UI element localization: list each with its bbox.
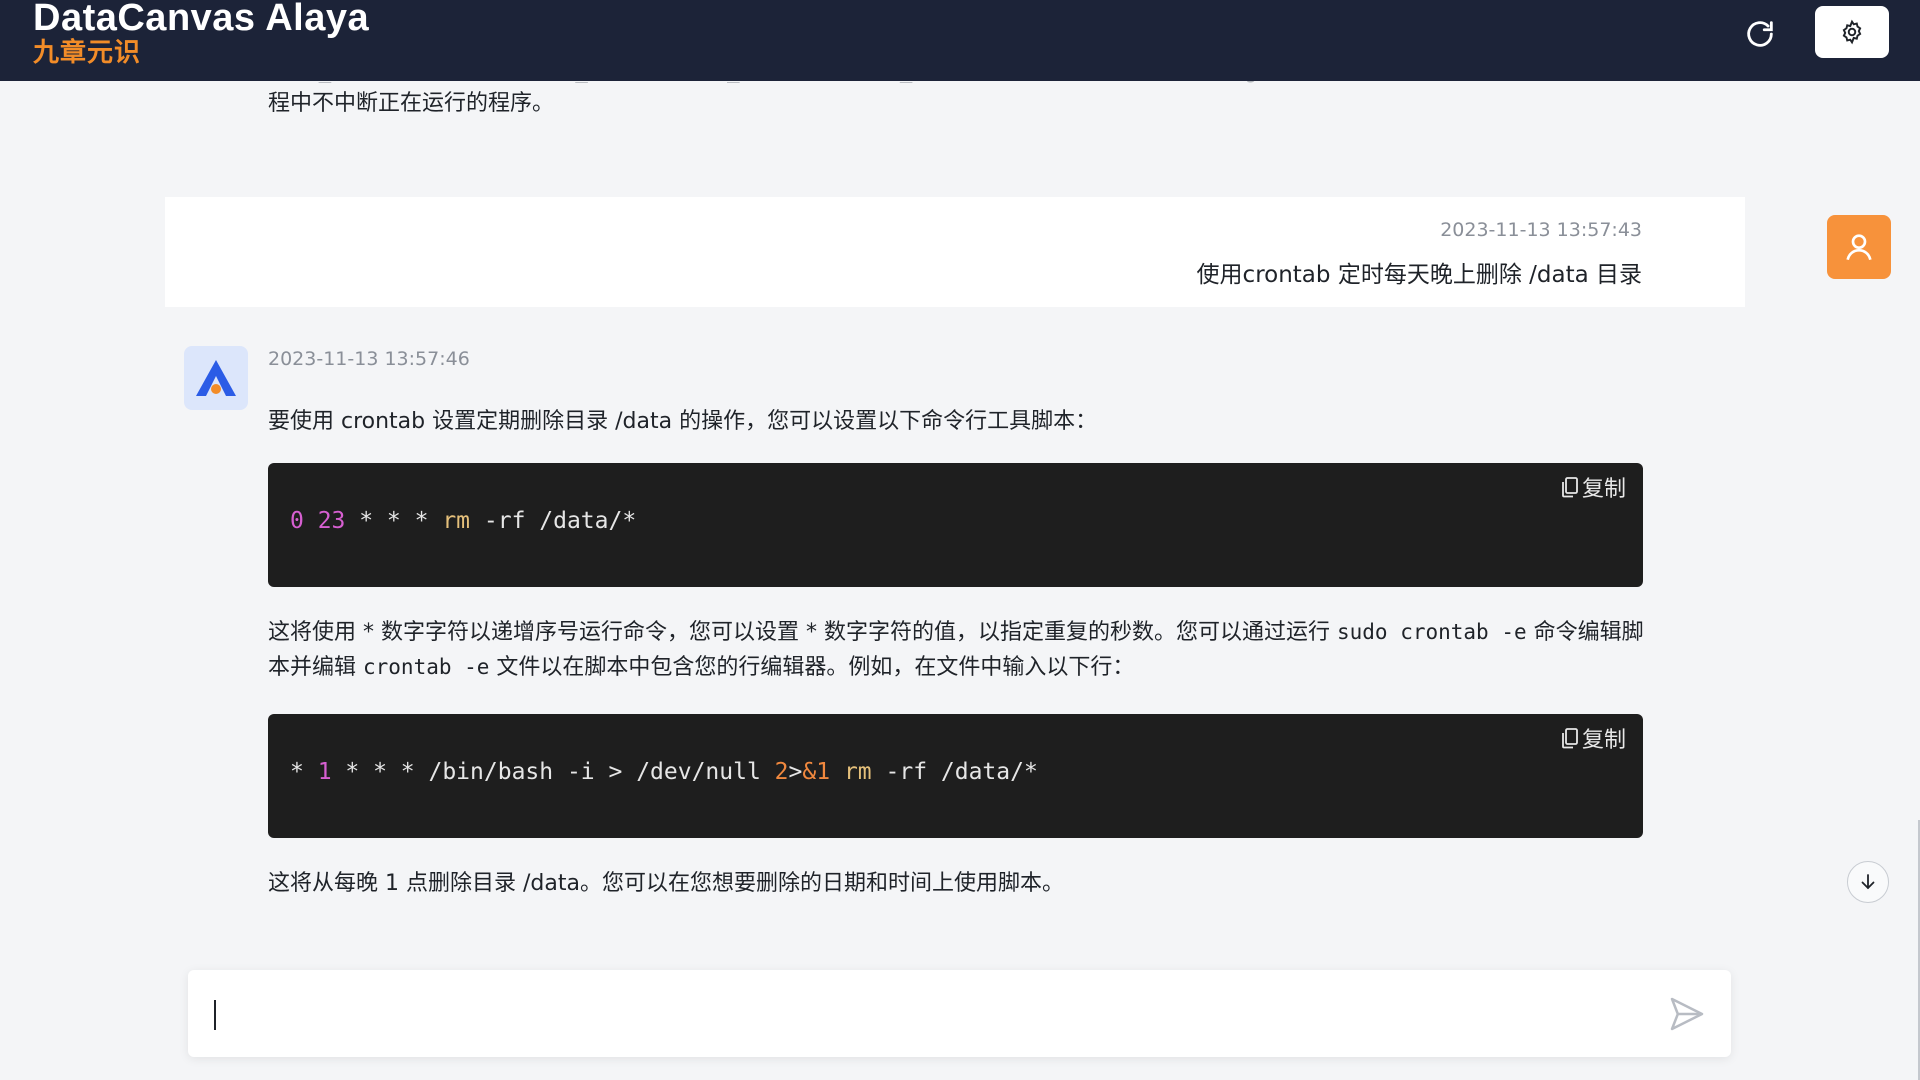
copy-icon	[1562, 728, 1578, 749]
arrow-down-icon	[1861, 874, 1875, 890]
code-block: 复制 0 23 * * * rm -rf /data/*	[268, 463, 1643, 587]
bot-avatar	[184, 346, 248, 410]
chat-input[interactable]	[210, 990, 1610, 1038]
top-bar: DataCanvas Alaya 九章元识	[0, 0, 1920, 81]
send-button[interactable]	[1663, 990, 1711, 1038]
code-token: 2	[774, 759, 789, 785]
gear-icon	[1842, 19, 1862, 45]
user-message: 2023-11-13 13:57:43 使用crontab 定时每天晚上删除 /…	[165, 197, 1891, 307]
code-token: -rf /data/*	[871, 759, 1038, 785]
bot-outro-text: 这将从每晚 1 点删除目录 /data。您可以在您想要删除的日期和时间上使用脚本…	[268, 871, 1064, 896]
code-line: 0 23 * * * rm -rf /data/*	[290, 508, 636, 534]
message-timestamp: 2023-11-13 13:57:43	[1440, 219, 1642, 241]
brand-name: DataCanvas Alaya	[33, 0, 370, 39]
inline-code: sudo crontab -e	[1336, 620, 1527, 644]
code-token: rm	[843, 759, 872, 785]
code-token: *	[290, 759, 318, 785]
message-timestamp: 2023-11-13 13:57:46	[268, 348, 470, 370]
code-token: &1	[802, 759, 831, 785]
chat-input-box	[188, 970, 1731, 1057]
bot-explanation-text: 这将使用 * 数字字符以递增序号运行命令，您可以设置 * 数字字符的值，以指定重…	[268, 615, 1648, 685]
inline-code: crontab -e	[363, 655, 490, 679]
bot-intro-text: 要使用 crontab 设置定期删除目录 /data 的操作，您可以设置以下命令…	[268, 409, 1098, 434]
code-token: >	[788, 759, 803, 785]
scroll-to-bottom-button[interactable]	[1847, 861, 1889, 903]
code-token: * * *	[345, 508, 443, 534]
refresh-button[interactable]	[1740, 14, 1780, 54]
brand-subtitle: 九章元识	[33, 38, 142, 68]
copy-button[interactable]: 复制	[1561, 722, 1626, 754]
code-token: 1	[317, 759, 332, 785]
settings-button[interactable]	[1815, 6, 1889, 58]
alaya-logo-icon	[196, 360, 236, 396]
code-token: * * * /bin/bash -i > /dev/null	[331, 759, 775, 785]
text-run: 文件以在脚本中包含您的行编辑器。例如，在文件中输入以下行：	[489, 655, 1135, 680]
user-avatar	[1827, 215, 1891, 279]
brand-logo: DataCanvas Alaya 九章元识	[33, 0, 369, 68]
user-message-text: 使用crontab 定时每天晚上删除 /data 目录	[1196, 262, 1642, 288]
user-icon	[1846, 234, 1872, 261]
copy-icon	[1562, 477, 1578, 498]
text-run: 这将使用 * 数字字符以递增序号运行命令，您可以设置 * 数字字符的值，以指定重…	[268, 620, 1337, 645]
send-icon	[1670, 997, 1704, 1031]
text-caret	[214, 1000, 216, 1030]
copy-label: 复制	[1581, 477, 1626, 502]
refresh-icon	[1747, 21, 1773, 47]
copy-button[interactable]: 复制	[1561, 471, 1626, 503]
message-text-line: 程中不中断正在运行的程序。	[268, 91, 555, 116]
code-line: * 1 * * * /bin/bash -i > /dev/null 2>&1 …	[290, 759, 1038, 785]
code-token: rm	[442, 508, 471, 534]
code-block: 复制 * 1 * * * /bin/bash -i > /dev/null 2>…	[268, 714, 1643, 838]
code-token: -rf /data/*	[470, 508, 637, 534]
code-token: 0 23	[290, 508, 346, 534]
copy-label: 复制	[1581, 728, 1626, 753]
